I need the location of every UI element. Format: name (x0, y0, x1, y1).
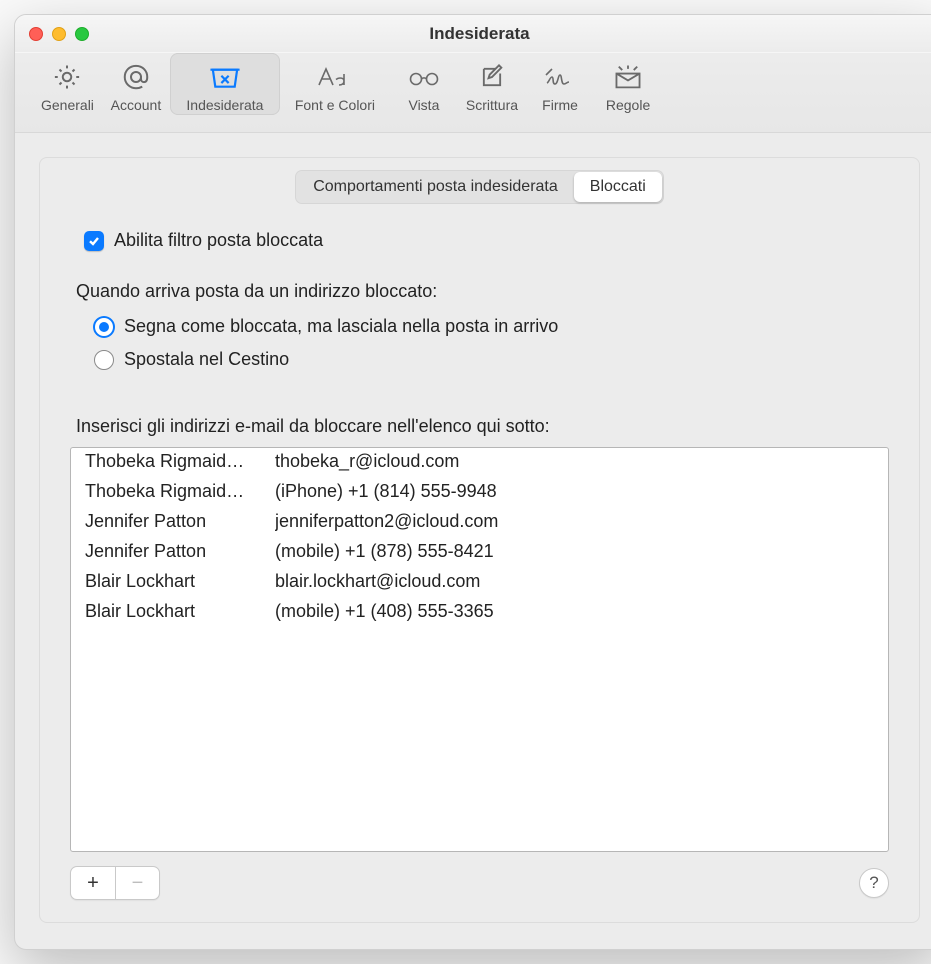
list-item[interactable]: Thobeka Rigmaid… (iPhone) +1 (814) 555-99… (71, 478, 888, 508)
list-item-name: Blair Lockhart (85, 571, 255, 592)
gear-icon (52, 59, 82, 95)
list-item[interactable]: Jennifer Patton (mobile) +1 (878) 555-842… (71, 538, 888, 568)
window-title: Indesiderata (429, 24, 529, 44)
list-item-detail: blair.lockhart@icloud.com (275, 571, 874, 592)
list-item-detail: thobeka_r@icloud.com (275, 451, 874, 472)
enable-filter-checkbox[interactable] (84, 231, 104, 251)
toolbar-vista[interactable]: Vista (390, 53, 458, 115)
panel-footer: + − ? (70, 866, 889, 900)
radio-row-trash[interactable]: Spostala nel Cestino (94, 349, 889, 370)
help-icon: ? (869, 873, 878, 893)
at-icon (121, 59, 151, 95)
blocked-list[interactable]: Thobeka Rigmaid…thobeka_r@icloud.comThob… (70, 447, 889, 852)
list-item-name: Thobeka Rigmaid… (85, 481, 255, 502)
window-controls (29, 27, 89, 41)
remove-button[interactable]: − (115, 867, 159, 899)
segmented-control-wrap: Comportamenti posta indesiderata Bloccat… (70, 158, 889, 230)
content-area: Comportamenti posta indesiderata Bloccat… (15, 133, 931, 949)
segmented-control[interactable]: Comportamenti posta indesiderata Bloccat… (295, 170, 664, 204)
titlebar: Indesiderata (15, 15, 931, 53)
toolbar-generali[interactable]: Generali (33, 53, 102, 115)
toolbar-firme[interactable]: Firme (526, 53, 594, 115)
list-item-name: Blair Lockhart (85, 601, 255, 622)
check-icon (87, 234, 101, 248)
compose-icon (478, 59, 506, 95)
font-icon (315, 59, 355, 95)
list-item-name: Thobeka Rigmaid… (85, 451, 255, 472)
add-remove-control: + − (70, 866, 160, 900)
toolbar-font-e-colori[interactable]: Font e Colori (280, 53, 390, 115)
minus-icon: − (132, 872, 144, 895)
list-item-detail: (iPhone) +1 (814) 555-9948 (275, 481, 874, 502)
enable-filter-label: Abilita filtro posta bloccata (114, 230, 323, 251)
blocked-list-heading: Inserisci gli indirizzi e-mail da blocca… (76, 416, 889, 437)
glasses-icon (406, 59, 442, 95)
preferences-toolbar: Generali Account Indesiderata (15, 53, 931, 133)
radio-trash[interactable] (94, 350, 114, 370)
junk-icon (208, 59, 242, 95)
list-item-detail: jenniferpatton2@icloud.com (275, 511, 874, 532)
zoom-window-button[interactable] (75, 27, 89, 41)
enable-filter-row[interactable]: Abilita filtro posta bloccata (84, 230, 889, 251)
list-item-name: Jennifer Patton (85, 511, 255, 532)
list-item[interactable]: Thobeka Rigmaid… thobeka_r@icloud.com (71, 448, 888, 478)
segment-bloccati[interactable]: Bloccati (574, 172, 662, 202)
plus-icon: + (87, 872, 99, 895)
add-button[interactable]: + (71, 867, 115, 899)
list-item-detail: (mobile) +1 (878) 555-8421 (275, 541, 874, 562)
toolbar-scrittura[interactable]: Scrittura (458, 53, 526, 115)
rules-icon (613, 59, 643, 95)
toolbar-account[interactable]: Account (102, 53, 170, 115)
toolbar-indesiderata[interactable]: Indesiderata (170, 53, 280, 115)
blocked-action-heading: Quando arriva posta da un indirizzo bloc… (76, 281, 889, 302)
blocked-panel: Comportamenti posta indesiderata Bloccat… (39, 157, 920, 923)
close-window-button[interactable] (29, 27, 43, 41)
list-item[interactable]: Jennifer Patton jenniferpatton2@icloud.co… (71, 508, 888, 538)
segment-comportamenti[interactable]: Comportamenti posta indesiderata (297, 172, 574, 202)
radio-row-mark[interactable]: Segna come bloccata, ma lasciala nella p… (94, 316, 889, 337)
help-button[interactable]: ? (859, 868, 889, 898)
preferences-window: Indesiderata Generali Account (14, 14, 931, 950)
radio-trash-label: Spostala nel Cestino (124, 349, 289, 370)
list-item-detail: (mobile) +1 (408) 555-3365 (275, 601, 874, 622)
minimize-window-button[interactable] (52, 27, 66, 41)
toolbar-regole[interactable]: Regole (594, 53, 662, 115)
signature-icon (543, 59, 577, 95)
list-item[interactable]: Blair Lockhart blair.lockhart@icloud.com (71, 568, 888, 598)
list-item[interactable]: Blair Lockhart (mobile) +1 (408) 555-3365 (71, 598, 888, 628)
radio-mark[interactable] (94, 317, 114, 337)
radio-mark-label: Segna come bloccata, ma lasciala nella p… (124, 316, 558, 337)
list-item-name: Jennifer Patton (85, 541, 255, 562)
